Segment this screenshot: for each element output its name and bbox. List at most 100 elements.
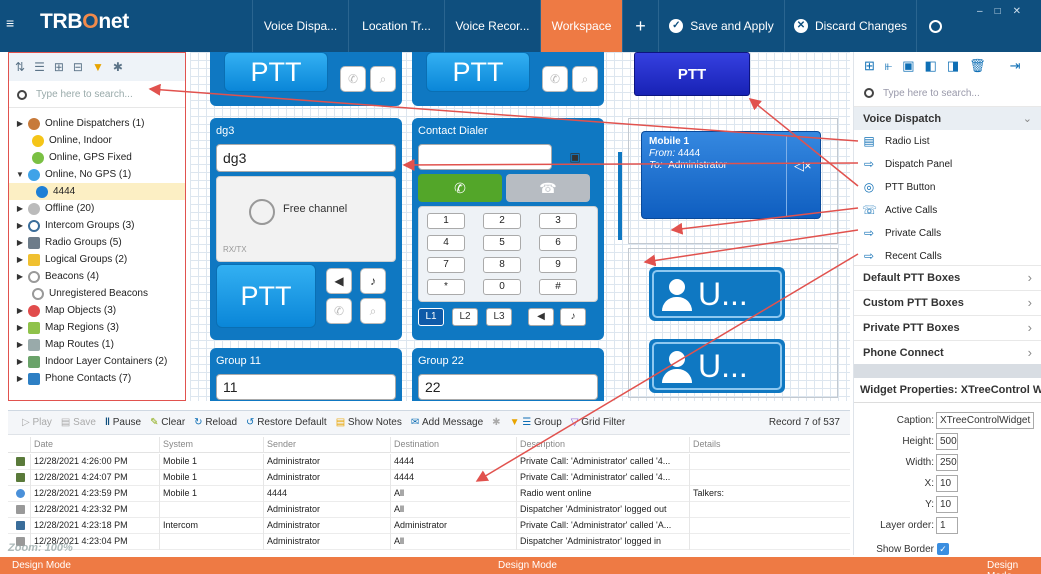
contact-tile[interactable]: U... xyxy=(649,339,785,393)
tree-item[interactable]: ▶ Map Regions (3) xyxy=(9,319,185,336)
reload-button[interactable]: ↻ Reload xyxy=(194,417,237,428)
save-button[interactable]: ▤ Save xyxy=(61,417,96,428)
tree-item[interactable]: 4444 xyxy=(9,183,185,200)
discard-changes-button[interactable]: ✕ Discard Changes xyxy=(784,0,916,52)
tree-item[interactable]: ▶ Map Objects (3) xyxy=(9,302,185,319)
palette-item[interactable]: ▤ Radio List xyxy=(854,130,1041,152)
chevron-right-icon[interactable]: ▶ xyxy=(15,204,25,213)
palette-item[interactable]: ◎ PTT Button xyxy=(854,176,1041,198)
call-card[interactable]: Mobile 1 From: 4444 To: Administrator ◁× xyxy=(641,131,821,219)
phone-icon[interactable]: ✆ xyxy=(326,298,352,324)
ptt-button[interactable]: PTT xyxy=(426,52,530,92)
search-icon[interactable]: ⌕ xyxy=(360,298,386,324)
ptt-widget-top-1[interactable]: PTT ✆ ⌕ xyxy=(210,52,402,106)
tree-item[interactable]: ▶ Intercom Groups (3) xyxy=(9,217,185,234)
palette-section[interactable]: Private PTT Boxes › xyxy=(854,315,1041,339)
group-widget-11[interactable]: Group 11 11 xyxy=(210,348,402,401)
menu-icon[interactable]: ≡ xyxy=(6,16,20,30)
contacts-book-icon[interactable]: ▣ xyxy=(562,144,588,170)
tree-item[interactable]: ▶ Logical Groups (2) xyxy=(9,251,185,268)
tree-item[interactable]: ▼ Online, No GPS (1) xyxy=(9,166,185,183)
music-icon[interactable]: ♪ xyxy=(560,308,586,326)
dial-key[interactable]: 9 xyxy=(539,257,577,273)
dial-key[interactable]: 0 xyxy=(483,279,521,295)
clear-button[interactable]: ✎ Clear xyxy=(150,417,185,428)
line-button[interactable]: L1 xyxy=(418,308,444,326)
column-header[interactable]: Date xyxy=(34,439,53,449)
palette-section[interactable]: Default PTT Boxes › xyxy=(854,265,1041,289)
speaker-icon[interactable]: ◀ xyxy=(528,308,554,326)
contact-dialer-widget[interactable]: Contact Dialer ▣ ✆ ☎ 1 2 3 4 5 6 7 8 9 * 0 # L1 L2 L3… xyxy=(412,118,604,340)
tree-item[interactable]: ▶ Phone Contacts (7) xyxy=(9,370,185,387)
group-widget-dg3[interactable]: dg3 dg3 Free channel RX/TX PTT ◀ ♪ ✆ ⌕ xyxy=(210,118,402,340)
chevron-right-icon[interactable]: ▶ xyxy=(15,374,25,383)
table-row[interactable]: 12/28/2021 4:23:18 PM Intercom Administrat… xyxy=(8,518,850,534)
line-button[interactable]: L3 xyxy=(486,308,512,326)
dial-key[interactable]: # xyxy=(539,279,577,295)
dial-key[interactable]: 3 xyxy=(539,213,577,229)
tree-item[interactable]: Online, GPS Fixed xyxy=(9,149,185,166)
show-border-checkbox[interactable]: ✓ xyxy=(937,543,949,555)
play-button[interactable]: ▷ Play xyxy=(22,417,52,428)
tree-item[interactable]: Online, Indoor xyxy=(9,132,185,149)
add-message-button[interactable]: ✉ Add Message xyxy=(411,417,483,428)
chevron-down-icon[interactable]: ▼ xyxy=(15,170,25,179)
tree-control-widget[interactable]: ⇅ ☰ ⊞ ⊟ ▼ ✱ Type here to search... ▶ Onli… xyxy=(8,52,186,401)
palette-search[interactable]: Type here to search... xyxy=(854,80,1041,106)
chevron-right-icon[interactable]: ▶ xyxy=(15,119,25,128)
palette-section[interactable]: Custom PTT Boxes › xyxy=(854,290,1041,314)
dial-key[interactable]: 1 xyxy=(427,213,465,229)
add-tab-button[interactable]: + xyxy=(622,0,658,52)
chevron-right-icon[interactable]: ▶ xyxy=(15,272,25,281)
ptt-button[interactable]: PTT xyxy=(224,52,328,92)
column-header[interactable]: Destination xyxy=(394,439,439,449)
dial-key[interactable]: 4 xyxy=(427,235,465,251)
column-header[interactable]: Sender xyxy=(267,439,296,449)
tab-workspace[interactable]: Workspace xyxy=(540,0,622,52)
list-icon[interactable]: ☰ xyxy=(34,60,45,74)
chevron-right-icon[interactable]: ▶ xyxy=(15,255,25,264)
delete-icon[interactable]: 🗑 xyxy=(969,58,986,74)
chevron-right-icon[interactable]: ▶ xyxy=(15,221,25,230)
phone-icon[interactable]: ✆ xyxy=(542,66,568,92)
tree-item[interactable]: ▶ Map Routes (1) xyxy=(9,336,185,353)
property-input[interactable]: 1 xyxy=(936,517,958,534)
search-icon[interactable]: ⌕ xyxy=(370,66,396,92)
mute-icon[interactable]: ◁× xyxy=(794,158,812,174)
property-input[interactable]: 250 xyxy=(936,454,958,471)
call-button[interactable]: ✆ xyxy=(418,174,502,202)
events-grid[interactable]: ▷ Play ▤ Save ‖ Pause ✎ Clear ↻ Reload ↺… xyxy=(8,410,850,555)
dial-key[interactable]: 8 xyxy=(483,257,521,273)
active-calls-widget[interactable]: Mobile 1 From: 4444 To: Administrator ◁× xyxy=(628,118,838,244)
property-input[interactable]: 500 xyxy=(936,433,958,450)
table-row[interactable]: 12/28/2021 4:24:07 PM Mobile 1 Administrat… xyxy=(8,470,850,486)
align-icon[interactable]: ⫦ xyxy=(885,58,892,74)
music-icon[interactable]: ♪ xyxy=(360,268,386,294)
save-and-apply-button[interactable]: ✓ Save and Apply xyxy=(658,0,784,52)
save-layout-icon[interactable]: ▣ xyxy=(902,58,914,74)
group-widget-22[interactable]: Group 22 22 xyxy=(412,348,604,401)
tree-item[interactable]: ▶ Indoor Layer Containers (2) xyxy=(9,353,185,370)
phone-icon[interactable]: ✆ xyxy=(340,66,366,92)
dial-key[interactable]: * xyxy=(427,279,465,295)
section-voice-dispatch[interactable]: Voice Dispatch ⌄ xyxy=(854,106,1041,130)
tree-item[interactable]: ▶ Online Dispatchers (1) xyxy=(9,115,185,132)
contact-tile[interactable]: U... xyxy=(649,267,785,321)
palette-item[interactable]: ⇨ Private Calls xyxy=(854,222,1041,244)
palette-item[interactable]: ⇨ Recent Calls xyxy=(854,245,1041,267)
tree-item[interactable]: ▶ Offline (20) xyxy=(9,200,185,217)
grid-filter-button[interactable]: ▽ Grid Filter xyxy=(571,417,625,428)
filter-icon[interactable]: ▼ xyxy=(92,60,104,74)
private-calls-widget[interactable]: U... U... xyxy=(628,248,838,398)
pause-button[interactable]: ‖ Pause xyxy=(105,417,141,428)
column-header[interactable]: System xyxy=(163,439,193,449)
tree-item[interactable]: ▶ Radio Groups (5) xyxy=(9,234,185,251)
speaker-icon[interactable]: ◀ xyxy=(326,268,352,294)
table-row[interactable]: 12/28/2021 4:23:32 PM Administrator All Dis… xyxy=(8,502,850,518)
tree-item[interactable]: Unregistered Beacons xyxy=(9,285,185,302)
panel-splitter[interactable] xyxy=(854,364,1041,378)
settings-button[interactable] xyxy=(916,0,954,52)
ptt-button[interactable]: PTT xyxy=(216,264,316,328)
send-back-icon[interactable]: ◨ xyxy=(947,58,959,74)
tree-search[interactable]: Type here to search... xyxy=(9,82,185,108)
